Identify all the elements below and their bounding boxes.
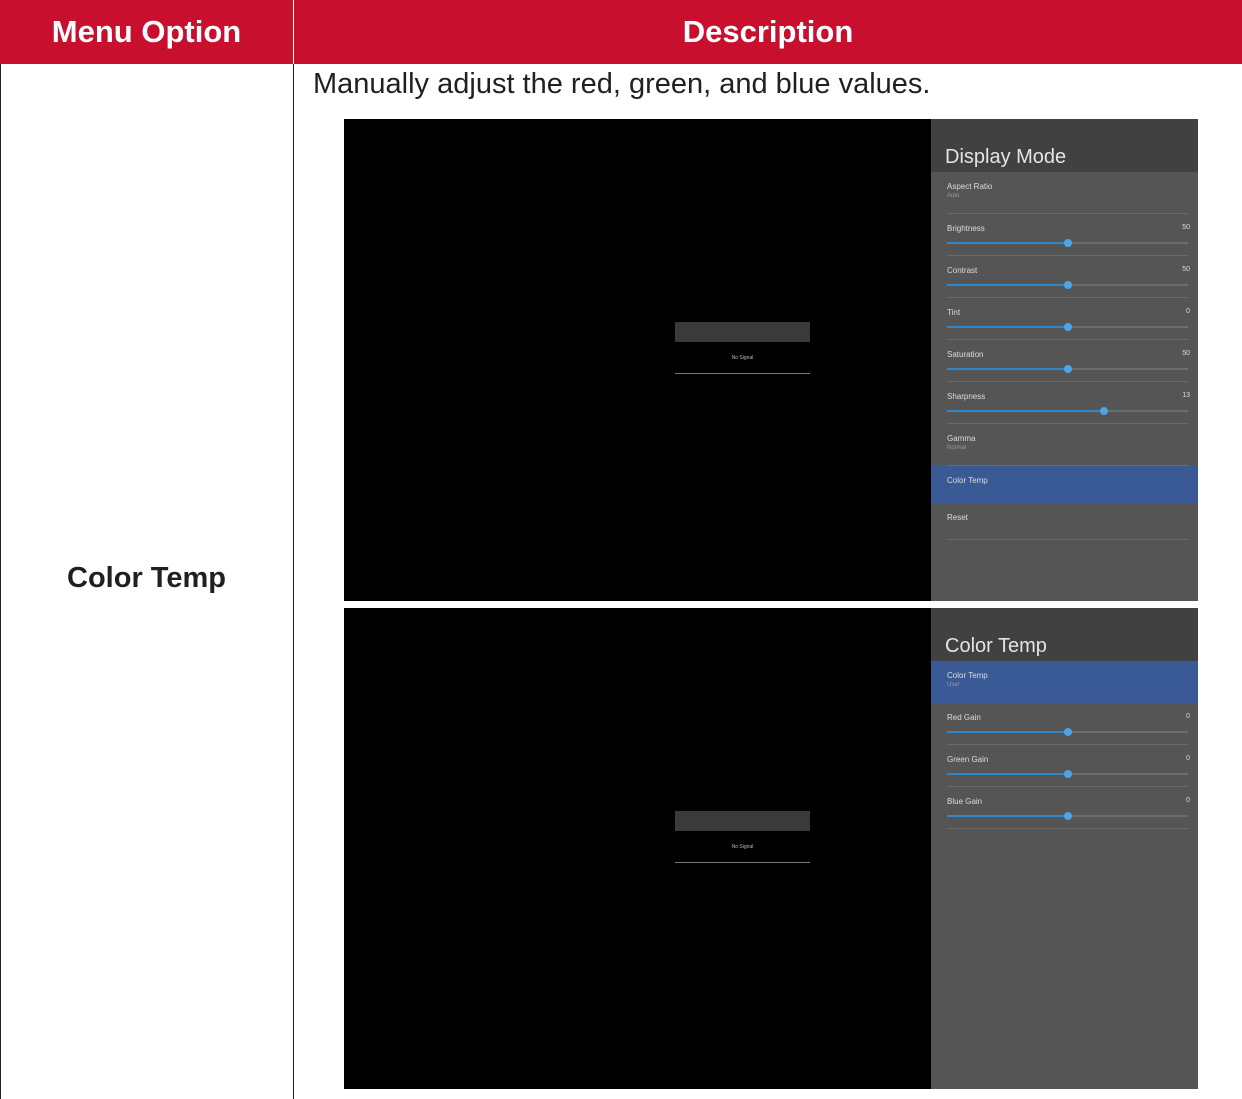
menu-item-saturation[interactable]: Saturation 50 [931, 340, 1198, 382]
slider-knob[interactable] [1063, 728, 1072, 736]
slider-knob[interactable] [1063, 770, 1072, 778]
option-label: Color Temp [67, 562, 226, 594]
menu-item-label: Contrast [947, 266, 978, 275]
slider-fill [947, 773, 1068, 775]
menu-divider [947, 539, 1188, 540]
menu-item-label: Sharpness [947, 392, 986, 401]
menu-item-label: Color Temp [947, 671, 988, 680]
menu-item-label: Tint [947, 308, 961, 317]
description-text: Manually adjust the red, green, and blue… [313, 68, 931, 100]
menu-item-label: Color Temp [947, 476, 988, 485]
osd-panel-color-temp: Color Temp Color Temp User Red Gain 0 Green … [931, 608, 1198, 1089]
osd-panel-display-mode: Display Mode Aspect Ratio Auto Brightness 5… [931, 119, 1198, 601]
menu-item-value: User [947, 682, 960, 688]
no-signal-dialog: No Signal [675, 811, 810, 863]
header-menu-option: Menu Option [0, 0, 293, 64]
slider-knob[interactable] [1063, 812, 1072, 820]
menu-item-label: Blue Gain [947, 797, 983, 806]
menu-item-label: Aspect Ratio [947, 182, 993, 191]
no-signal-dialog: No Signal [675, 322, 810, 374]
menu-item-red-gain[interactable]: Red Gain 0 [931, 703, 1198, 745]
menu-item-label: Saturation [947, 350, 984, 359]
menu-item-sharpness[interactable]: Sharpness 13 [931, 382, 1198, 424]
dialog-underline [675, 373, 810, 374]
screenshot-color-temp: No Signal Color Temp Color Temp User Red G… [344, 608, 1198, 1089]
slider-track[interactable] [947, 812, 1188, 820]
slider-value: 50 [1182, 224, 1190, 231]
slider-track[interactable] [947, 407, 1188, 415]
menu-item-brightness[interactable]: Brightness 50 [931, 214, 1198, 256]
panel-title: Color Temp [931, 608, 1198, 661]
menu-item-value: Normal [947, 445, 967, 451]
slider-fill [947, 731, 1068, 733]
slider-value: 50 [1182, 266, 1190, 273]
menu-item-gamma[interactable]: Gamma Normal [931, 424, 1198, 466]
menu-item-label: Green Gain [947, 755, 989, 764]
slider-track[interactable] [947, 365, 1188, 373]
slider-track[interactable] [947, 281, 1188, 289]
menu-divider [947, 828, 1188, 829]
slider-value: 0 [1186, 713, 1190, 720]
slider-fill [947, 242, 1068, 244]
menu-item-label: Brightness [947, 224, 985, 233]
menu-item-color-temp[interactable]: Color Temp User [931, 661, 1198, 703]
header-description: Description [294, 0, 1242, 64]
slider-value: 13 [1182, 392, 1190, 399]
menu-item-contrast[interactable]: Contrast 50 [931, 256, 1198, 298]
menu-item-blue-gain[interactable]: Blue Gain 0 [931, 787, 1198, 829]
menu-item-tint[interactable]: Tint 0 [931, 298, 1198, 340]
slider-value: 0 [1186, 797, 1190, 804]
dialog-bar [675, 811, 810, 831]
slider-track[interactable] [947, 323, 1188, 331]
slider-knob[interactable] [1063, 281, 1072, 289]
panel-menu-list: Aspect Ratio Auto Brightness 50 Contrast 50 Ti… [931, 172, 1198, 540]
menu-table: Menu Option Description Color Temp Manua… [0, 0, 1242, 1099]
dialog-text: No Signal [731, 844, 754, 850]
slider-value: 50 [1182, 350, 1190, 357]
slider-knob[interactable] [1063, 365, 1072, 373]
menu-item-reset[interactable]: Reset [931, 503, 1198, 540]
slider-value: 0 [1186, 308, 1190, 315]
slider-value: 0 [1186, 755, 1190, 762]
slider-knob[interactable] [1063, 323, 1072, 331]
menu-item-label: Gamma [947, 434, 976, 443]
dialog-bar [675, 322, 810, 342]
menu-item-color-temp[interactable]: Color Temp [931, 466, 1198, 503]
screenshot-display-mode: No Signal Display Mode Aspect Ratio Auto B… [344, 119, 1198, 601]
panel-menu-list: Color Temp User Red Gain 0 Green Gain 0 Blue G… [931, 661, 1198, 829]
menu-item-label: Red Gain [947, 713, 981, 722]
menu-item-value: Auto [947, 193, 960, 199]
slider-track[interactable] [947, 770, 1188, 778]
slider-knob[interactable] [1099, 407, 1108, 415]
slider-knob[interactable] [1063, 239, 1072, 247]
slider-fill [947, 368, 1068, 370]
panel-title: Display Mode [931, 119, 1198, 172]
slider-track[interactable] [947, 239, 1188, 247]
menu-item-label: Reset [947, 513, 968, 522]
slider-fill [947, 815, 1068, 817]
slider-track[interactable] [947, 728, 1188, 736]
slider-fill [947, 326, 1068, 328]
slider-fill [947, 410, 1104, 412]
slider-fill [947, 284, 1068, 286]
dialog-underline [675, 862, 810, 863]
menu-item-green-gain[interactable]: Green Gain 0 [931, 745, 1198, 787]
table-column-divider [293, 64, 294, 1099]
menu-item-aspect-ratio[interactable]: Aspect Ratio Auto [931, 172, 1198, 214]
dialog-text: No Signal [731, 355, 754, 361]
